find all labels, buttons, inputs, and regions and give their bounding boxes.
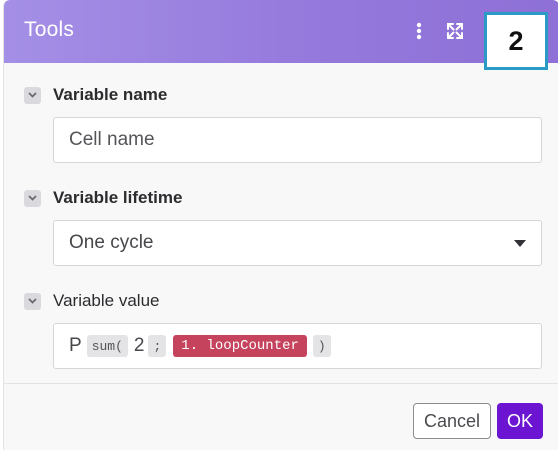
variable-name-value: Cell name <box>69 129 155 150</box>
variable-name-input[interactable]: Cell name <box>53 117 542 163</box>
variable-name-header: Variable name <box>24 85 167 105</box>
collapse-chevron-icon[interactable] <box>24 86 41 104</box>
formula-text-prefix: P <box>69 335 82 356</box>
kebab-menu-icon[interactable] <box>406 18 432 44</box>
variable-value-header: Variable value <box>24 291 159 311</box>
function-chip-close[interactable]: ) <box>312 335 331 357</box>
variable-name-label: Variable name <box>53 85 168 104</box>
function-chip-sum-open[interactable]: sum( <box>86 335 128 357</box>
separator-chip: ; <box>148 335 167 357</box>
dropdown-caret-icon <box>514 239 526 247</box>
variable-lifetime-value: One cycle <box>69 232 154 253</box>
formula-text-arg: 2 <box>133 335 145 356</box>
collapse-chevron-icon[interactable] <box>24 292 41 310</box>
expand-icon[interactable] <box>442 18 468 44</box>
ok-button[interactable]: OK <box>497 403 543 439</box>
step-number-badge: 2 <box>484 12 548 70</box>
variable-lifetime-label: Variable lifetime <box>53 188 183 207</box>
variable-lifetime-header: Variable lifetime <box>24 188 182 208</box>
cancel-button[interactable]: Cancel <box>413 403 491 439</box>
collapse-chevron-icon[interactable] <box>24 189 41 207</box>
reference-pill-loop-counter[interactable]: 1. loopCounter <box>173 335 307 357</box>
dialog-header: Tools <box>4 0 558 63</box>
variable-value-label: Variable value <box>53 291 160 310</box>
dialog-title: Tools <box>24 18 75 41</box>
variable-lifetime-select[interactable]: One cycle <box>53 220 542 266</box>
tools-dialog: Tools Variable name Cell name Variable l… <box>3 0 558 450</box>
variable-value-input[interactable]: P sum( 2 ; 1. loopCounter ) <box>53 323 542 369</box>
footer-divider <box>4 383 558 384</box>
